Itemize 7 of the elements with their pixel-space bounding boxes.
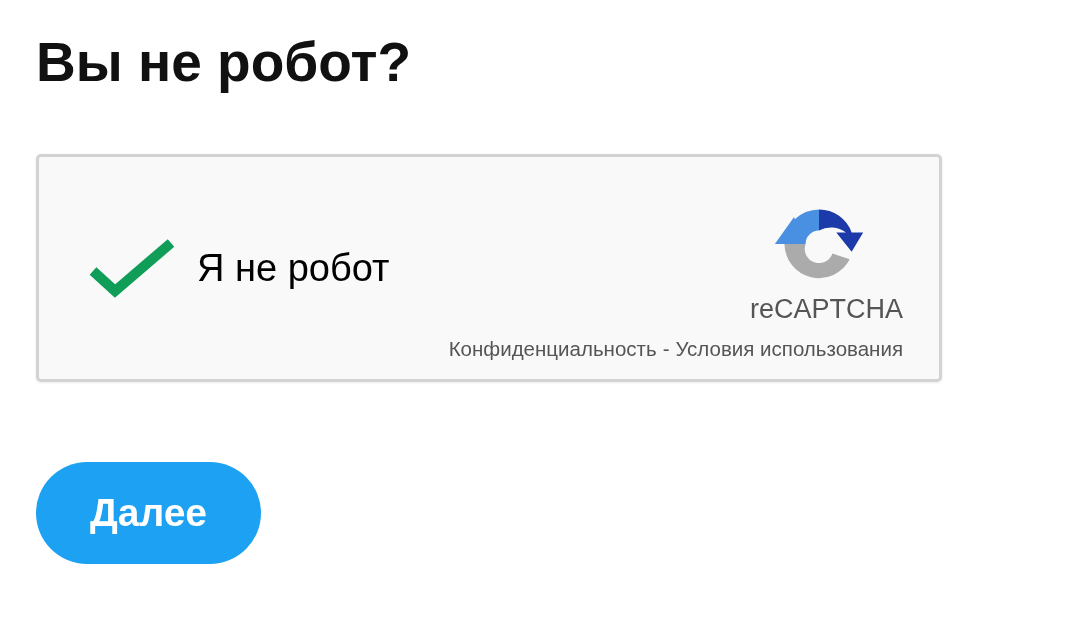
recaptcha-brand: reCAPTCHA bbox=[749, 294, 903, 325]
terms-link[interactable]: Условия использования bbox=[675, 337, 903, 361]
link-separator: - bbox=[662, 337, 670, 361]
privacy-link[interactable]: Конфиденциальность bbox=[448, 337, 657, 361]
checkmark-icon[interactable] bbox=[87, 237, 177, 299]
checkbox-label: Я не робот bbox=[197, 246, 390, 290]
page-title: Вы не робот? bbox=[36, 30, 412, 95]
